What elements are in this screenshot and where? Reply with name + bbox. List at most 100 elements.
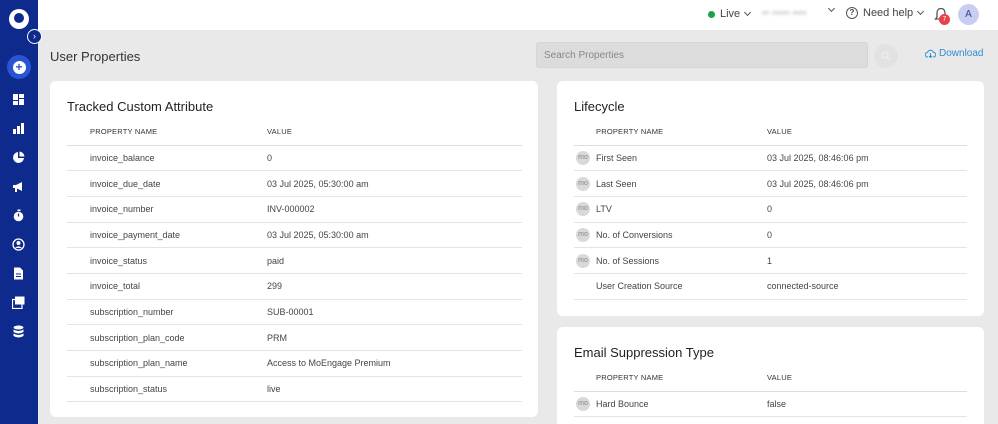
property-name: subscription_plan_name xyxy=(67,350,267,377)
table-row: mo Hard Bounce false xyxy=(574,391,967,418)
live-status-dot xyxy=(708,10,715,18)
chevron-down-icon xyxy=(917,7,925,16)
user-circle-icon[interactable] xyxy=(12,238,25,251)
workspace-name[interactable]: ▪▪ ▪▪▪▪▪ ▪▪▪▪ xyxy=(762,8,807,19)
table-row: invoice_payment_date 03 Jul 2025, 05:30:0… xyxy=(67,222,522,249)
table-row: mo No. of Conversions 0 xyxy=(574,222,967,249)
megaphone-icon[interactable] xyxy=(12,180,25,193)
gallery-icon[interactable] xyxy=(12,296,25,309)
table-row: subscription_status live xyxy=(67,376,522,403)
property-value: SUB-00001 xyxy=(267,299,522,326)
property-value: 299 xyxy=(267,273,522,300)
property-value: 1 xyxy=(767,247,967,274)
property-value: 0 xyxy=(767,196,967,223)
table-row: mo Last Seen 03 Jul 2025, 08:46:06 pm xyxy=(574,170,967,197)
property-value: 0 xyxy=(767,222,967,249)
table-row: invoice_balance 0 xyxy=(67,145,522,172)
need-help-menu[interactable]: ? Need help xyxy=(846,7,925,19)
document-icon[interactable] xyxy=(12,267,25,280)
top-bar: Live ▪▪ ▪▪▪▪▪ ▪▪▪▪ ? Need help 7 A xyxy=(38,0,998,30)
property-name: First Seen xyxy=(596,145,767,172)
email-suppression-card: Email Suppression Type PROPERTY NAME VAL… xyxy=(557,327,984,424)
search-input[interactable] xyxy=(536,42,868,68)
moengage-logo[interactable] xyxy=(9,9,29,29)
lifecycle-card: Lifecycle PROPERTY NAME VALUE mo First Se… xyxy=(557,81,984,316)
property-name: Last Seen xyxy=(596,170,767,197)
table-row: invoice_due_date 03 Jul 2025, 05:30:00 am xyxy=(67,170,522,197)
property-name: invoice_due_date xyxy=(67,170,267,197)
property-name: invoice_total xyxy=(67,273,267,300)
notification-badge: 7 xyxy=(939,14,950,25)
moengage-badge-icon: mo xyxy=(576,176,590,191)
table-header-row: PROPERTY NAME VALUE xyxy=(67,119,522,146)
property-name: invoice_balance xyxy=(67,145,267,172)
table-row: subscription_plan_code PRM xyxy=(67,324,522,351)
chevron-down-icon xyxy=(744,8,752,17)
property-name: LTV xyxy=(596,196,767,223)
table-header-row: PROPERTY NAME VALUE xyxy=(574,365,967,392)
table-header-row: PROPERTY NAME VALUE xyxy=(574,119,967,146)
plus-icon: + xyxy=(12,60,26,74)
property-value: 03 Jul 2025, 08:46:06 pm xyxy=(767,145,967,172)
property-value: false xyxy=(767,391,967,418)
property-value: INV-000002 xyxy=(267,196,522,223)
sidebar: + xyxy=(0,0,38,424)
page-title: User Properties xyxy=(50,49,141,64)
moengage-badge-icon: mo xyxy=(576,396,590,411)
column-header-value: VALUE xyxy=(267,119,522,146)
moengage-badge-icon: mo xyxy=(576,202,590,217)
card-title: Email Suppression Type xyxy=(574,345,714,360)
table-row: invoice_number INV-000002 xyxy=(67,196,522,223)
column-header-property-name: PROPERTY NAME xyxy=(67,119,267,146)
moengage-badge-icon: mo xyxy=(576,253,590,268)
card-title: Lifecycle xyxy=(574,99,625,114)
tracked-custom-attribute-card: Tracked Custom Attribute PROPERTY NAME V… xyxy=(50,81,538,417)
table-row: invoice_status paid xyxy=(67,247,522,274)
property-value: live xyxy=(267,376,522,403)
table-row: mo First Seen 03 Jul 2025, 08:46:06 pm xyxy=(574,145,967,172)
property-value: 03 Jul 2025, 08:46:06 pm xyxy=(767,170,967,197)
tracked-attributes-table: PROPERTY NAME VALUE invoice_balance 0 inv… xyxy=(67,119,522,403)
property-name: subscription_number xyxy=(67,299,267,326)
table-row: mo No. of Sessions 1 xyxy=(574,247,967,274)
column-header-property-name: PROPERTY NAME xyxy=(596,365,767,392)
question-icon: ? xyxy=(846,7,858,19)
search-icon xyxy=(881,51,891,61)
chevron-down-icon[interactable] xyxy=(827,4,836,13)
create-button[interactable]: + xyxy=(7,55,31,79)
table-row: subscription_number SUB-00001 xyxy=(67,299,522,326)
environment-label: Live xyxy=(720,8,741,20)
table-row: mo LTV 0 xyxy=(574,196,967,223)
table-row: invoice_total 299 xyxy=(67,273,522,300)
download-label: Download xyxy=(939,48,984,59)
property-name: invoice_number xyxy=(67,196,267,223)
table-row: subscription_plan_name Access to MoEngage… xyxy=(67,350,522,377)
property-name: No. of Sessions xyxy=(596,247,767,274)
table-row: User Creation Source connected-source xyxy=(574,273,967,300)
moengage-badge-icon: mo xyxy=(576,150,590,165)
property-value: paid xyxy=(267,247,522,274)
stopwatch-icon[interactable] xyxy=(12,209,25,222)
pie-chart-icon[interactable] xyxy=(12,151,25,164)
column-header-property-name: PROPERTY NAME xyxy=(596,119,767,146)
property-value: 03 Jul 2025, 05:30:00 am xyxy=(267,222,522,249)
property-value: 03 Jul 2025, 05:30:00 am xyxy=(267,170,522,197)
avatar[interactable]: A xyxy=(958,4,979,25)
bar-chart-icon[interactable] xyxy=(12,122,25,135)
property-value: 0 xyxy=(267,145,522,172)
environment-selector[interactable]: Live xyxy=(708,8,752,20)
email-suppression-table: PROPERTY NAME VALUE mo Hard Bounce false xyxy=(574,365,967,418)
property-name: Hard Bounce xyxy=(596,391,767,418)
download-button[interactable]: Download xyxy=(925,48,983,59)
need-help-label: Need help xyxy=(863,7,914,19)
property-name: User Creation Source xyxy=(596,273,767,300)
card-title: Tracked Custom Attribute xyxy=(67,99,214,114)
search-button[interactable] xyxy=(874,44,898,68)
property-name: invoice_status xyxy=(67,247,267,274)
dashboard-icon[interactable] xyxy=(12,93,25,106)
property-name: No. of Conversions xyxy=(596,222,767,249)
chevron-right-icon[interactable]: › xyxy=(27,29,42,44)
column-header-value: VALUE xyxy=(767,119,967,146)
property-value: connected-source xyxy=(767,273,967,300)
database-icon[interactable] xyxy=(12,325,25,338)
